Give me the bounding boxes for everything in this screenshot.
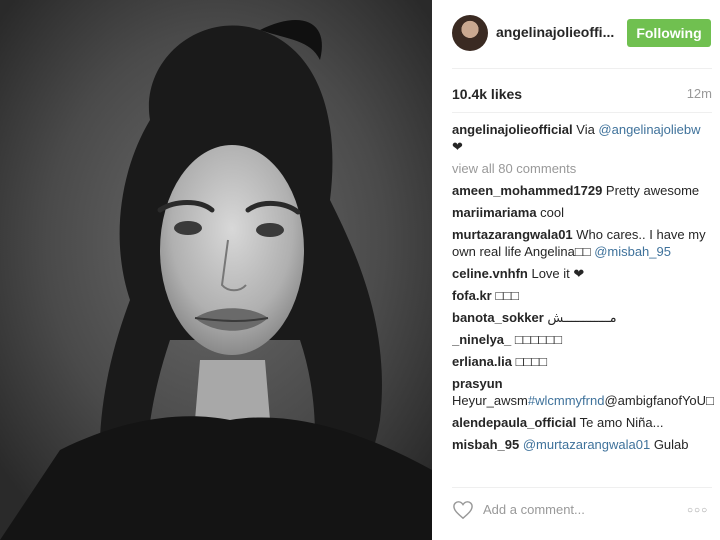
comment-text: Pretty awesome <box>602 183 700 198</box>
footer-divider <box>452 487 712 488</box>
caption: angelinajolieofficial Via @angelinajolie… <box>452 121 714 155</box>
comment-text: Te amo Niña... <box>576 415 664 430</box>
comment-link[interactable]: #wlcmmyfrnd <box>528 393 605 408</box>
comment-row: _ninelya_ □□□□□□ <box>452 331 714 348</box>
comment-row: mariimariama cool <box>452 204 714 221</box>
comment-username[interactable]: fofa.kr <box>452 288 492 303</box>
comment-username[interactable]: mariimariama <box>452 205 537 220</box>
comment-row: murtazarangwala01 Who cares.. I have my … <box>452 226 714 260</box>
avatar[interactable] <box>452 15 488 51</box>
comment-row: fofa.kr □□□ <box>452 287 714 304</box>
comment-username[interactable]: alendepaula_official <box>452 415 576 430</box>
likes-count[interactable]: 10.4k likes <box>452 86 522 102</box>
comment-username[interactable]: ameen_mohammed1729 <box>452 183 602 198</box>
post-sidebar: angelinajolieoffi... Following 10.4k lik… <box>432 0 720 540</box>
comment-text: cool <box>536 205 565 220</box>
post-photo[interactable] <box>0 0 432 540</box>
post-header: angelinajolieoffi... Following <box>432 0 720 68</box>
comment-text: Love it ❤ <box>527 266 585 281</box>
comment-text: □□□ <box>491 288 519 303</box>
heart-icon[interactable] <box>452 500 474 520</box>
comment-tail: Gulab <box>650 437 689 452</box>
comments-list[interactable]: angelinajolieofficial Via @angelinajolie… <box>452 121 714 482</box>
portrait-image <box>0 0 432 540</box>
instagram-post-frame: angelinajolieoffi... Following 10.4k lik… <box>0 0 720 540</box>
comment-link[interactable]: @misbah_95 <box>594 244 671 259</box>
comment-row: ameen_mohammed1729 Pretty awesome <box>452 182 714 199</box>
comment-link[interactable]: @murtazarangwala01 <box>523 437 650 452</box>
comment-text: مــــــــــــش <box>543 310 617 325</box>
caption-suffix: ❤ <box>452 139 463 154</box>
comment-row: alendepaula_official Te amo Niña... <box>452 414 714 431</box>
following-button[interactable]: Following <box>627 19 711 47</box>
add-comment-input[interactable]: Add a comment... <box>483 502 585 517</box>
comment-items: ameen_mohammed1729 Pretty awesome mariima… <box>452 182 714 453</box>
comment-row: celine.vnhfn Love it ❤ <box>452 265 714 282</box>
comment-text: Heyur_awsm <box>452 393 528 408</box>
post-timestamp[interactable]: 12m <box>687 86 712 101</box>
post-author-username[interactable]: angelinajolieoffi... <box>496 24 614 40</box>
stats-divider <box>452 112 712 113</box>
comment-text: □□□□□□ <box>511 332 562 347</box>
comment-text: □□□□ <box>511 354 548 369</box>
comment-row: misbah_95 @murtazarangwala01 Gulab <box>452 436 714 453</box>
comment-username[interactable]: celine.vnhfn <box>452 266 528 281</box>
caption-mention-link[interactable]: @angelinajoliebw <box>598 122 700 137</box>
comment-username[interactable]: prasyun <box>452 376 503 391</box>
view-all-comments-link[interactable]: view all 80 comments <box>452 160 714 177</box>
comment-tail: @ambigfanofYoU□ <box>604 393 714 408</box>
comment-row: erliana.lia □□□□ <box>452 353 714 370</box>
caption-username[interactable]: angelinajolieofficial <box>452 122 573 137</box>
comment-row: prasyun Heyur_awsm#wlcmmyfrnd@ambigfanof… <box>452 375 714 409</box>
comment-username[interactable]: erliana.lia <box>452 354 512 369</box>
comment-username[interactable]: misbah_95 <box>452 437 519 452</box>
comment-username[interactable]: banota_sokker <box>452 310 544 325</box>
comment-username[interactable]: murtazarangwala01 <box>452 227 573 242</box>
comment-row: banota_sokker مــــــــــــش <box>452 309 714 326</box>
caption-text: Via <box>572 122 599 137</box>
comment-username[interactable]: _ninelya_ <box>452 332 511 347</box>
more-options-icon[interactable]: ○○○ <box>687 505 708 516</box>
stats-row: 10.4k likes 12m <box>452 86 712 104</box>
header-divider <box>452 68 712 69</box>
